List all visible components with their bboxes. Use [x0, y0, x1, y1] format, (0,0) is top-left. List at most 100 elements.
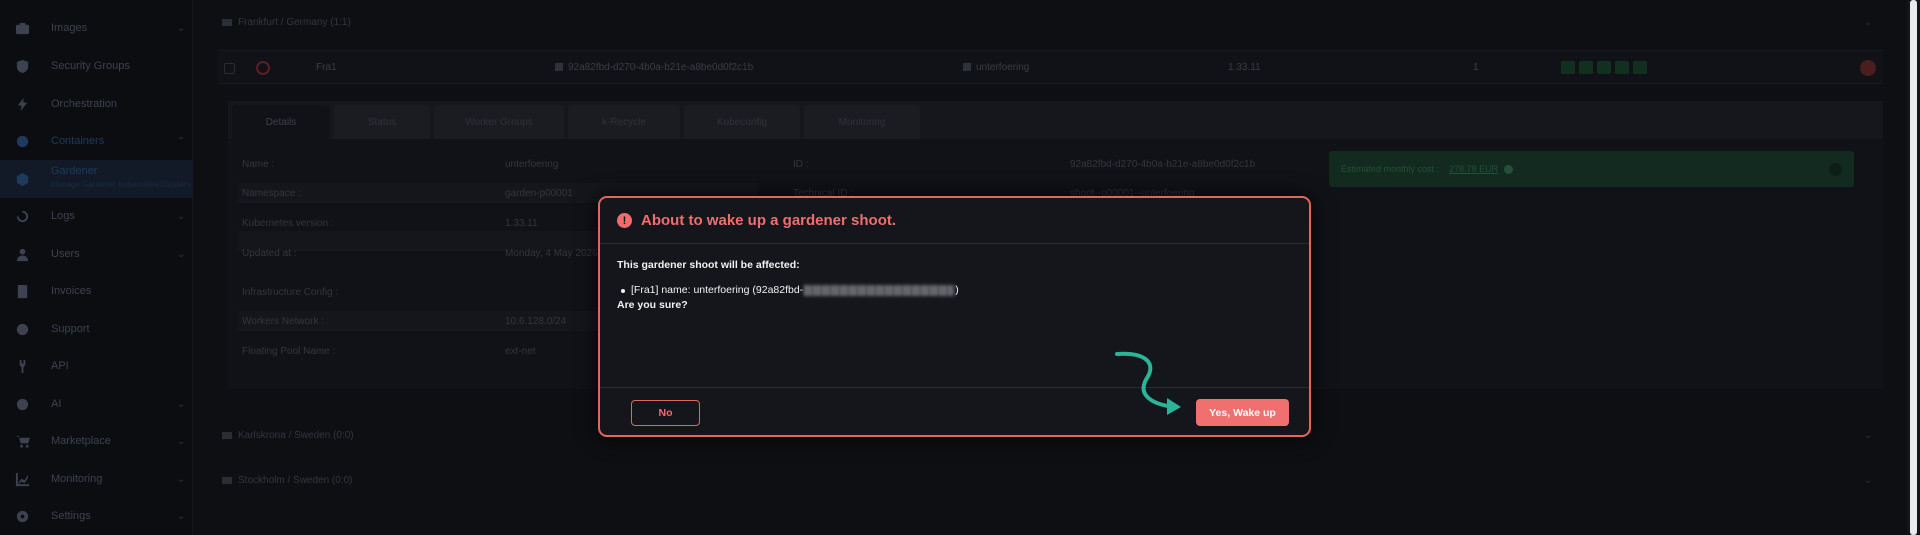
- shoot-actions: [1561, 61, 1647, 74]
- sidebar-item-label: Security Groups: [51, 60, 130, 72]
- confirm-wake-up-dialog: ! About to wake up a gardener shoot. Thi…: [598, 196, 1311, 437]
- cost-label: Estimated monthly cost :: [1341, 164, 1440, 174]
- chevron-down-icon: ⌄: [177, 398, 186, 410]
- action-icon[interactable]: [1633, 61, 1647, 74]
- close-icon[interactable]: [1829, 162, 1842, 176]
- detail-value: unterfoering: [505, 159, 559, 170]
- sidebar-item-images[interactable]: Images ⌄: [0, 12, 193, 44]
- chevron-down-icon: ⌄: [177, 473, 186, 485]
- sidebar-item-label: Gardener: [51, 165, 98, 177]
- detail-label: Infrastructure Config :: [242, 287, 339, 298]
- invoices-icon: [14, 283, 30, 299]
- chevron-down-icon: ⌄: [177, 210, 186, 222]
- region-header-frankfurt[interactable]: Frankfurt / Germany (1:1): [222, 12, 351, 32]
- action-icon[interactable]: [1579, 61, 1593, 74]
- wake-up-button[interactable]: Yes, Wake up: [1196, 399, 1289, 426]
- chevron-down-icon[interactable]: ⌄: [1864, 430, 1872, 441]
- shoot-name: Fra1: [316, 62, 337, 73]
- ai-icon: [14, 396, 30, 412]
- sidebar-item-orchestration[interactable]: Orchestration: [0, 88, 193, 120]
- chart-icon: [14, 471, 30, 487]
- flag-icon: [222, 431, 232, 439]
- chevron-down-icon: ⌄: [177, 22, 186, 34]
- tabs-bar: Details Status Worker Groups k-Recycle K…: [228, 101, 1883, 139]
- detail-label: Updated at :: [242, 248, 297, 259]
- support-icon: [14, 321, 30, 337]
- help-icon[interactable]: [1504, 164, 1514, 174]
- sidebar-item-api[interactable]: API: [0, 350, 193, 382]
- sidebar-item-marketplace[interactable]: Marketplace ⌄: [0, 425, 193, 457]
- detail-label: ID :: [793, 159, 809, 170]
- chevron-down-icon[interactable]: ⌄: [1864, 17, 1872, 28]
- redacted-id: [804, 284, 955, 296]
- sidebar-item-monitoring[interactable]: Monitoring ⌄: [0, 463, 193, 495]
- tab-status[interactable]: Status: [334, 105, 430, 139]
- shoot-row[interactable]: Fra1 92a82fbd-d270-4b0a-b21e-a8be0d0f2c1…: [218, 50, 1883, 84]
- detail-label: Namespace :: [242, 188, 301, 199]
- sidebar-item-support[interactable]: Support: [0, 313, 193, 345]
- delete-icon[interactable]: [1860, 60, 1876, 76]
- estimated-cost-banner: Estimated monthly cost : 278.78 EUR: [1329, 151, 1854, 187]
- sidebar-item-label: API: [51, 360, 69, 372]
- sidebar-item-gardener[interactable]: Gardener Manage Gardener Kubernetes Clus…: [0, 160, 193, 198]
- sidebar-item-label: Invoices: [51, 285, 92, 297]
- sidebar-item-security-groups[interactable]: Security Groups: [0, 50, 193, 82]
- shoot-count: 1: [1473, 62, 1479, 73]
- shoot-id: 92a82fbd-d270-4b0a-b21e-a8be0d0f2c1b: [555, 62, 753, 73]
- detail-value: 10.6.128.0/24: [505, 316, 567, 327]
- shoot-version: 1.33.11: [1228, 62, 1261, 73]
- cart-icon: [14, 433, 30, 449]
- region-header-karlskrona[interactable]: Karlskrona / Sweden (0:0): [222, 425, 354, 445]
- tab-kubeconfig[interactable]: Kubeconfig: [684, 105, 800, 139]
- sidebar-item-users[interactable]: Users ⌄: [0, 238, 193, 270]
- scrollbar-thumb[interactable]: [1910, 0, 1917, 535]
- action-icon[interactable]: [1561, 61, 1575, 74]
- sidebar-item-label: Support: [51, 323, 90, 335]
- sidebar-item-settings[interactable]: Settings ⌄: [0, 500, 193, 532]
- affected-shoot-prefix: [Fra1] name: unterfoering (92a82fbd-: [631, 284, 804, 296]
- sidebar-item-invoices[interactable]: Invoices: [0, 275, 193, 307]
- sidebar-item-containers[interactable]: Containers ⌃: [0, 125, 193, 157]
- sidebar-item-label: Marketplace: [51, 435, 111, 447]
- sidebar: Images ⌄ Security Groups Orchestration C…: [0, 0, 193, 535]
- tab-monitoring[interactable]: Monitoring: [804, 105, 920, 139]
- tab-k-recycle[interactable]: k-Recycle: [568, 105, 680, 139]
- detail-value: Monday, 4 May 2026: [505, 248, 598, 259]
- shoot-project: unterfoering: [963, 62, 1029, 73]
- sidebar-item-logs[interactable]: Logs ⌄: [0, 200, 193, 232]
- sidebar-item-label: Images: [51, 22, 88, 34]
- chevron-down-icon: ⌄: [177, 510, 186, 522]
- tab-details[interactable]: Details: [232, 105, 330, 139]
- region-header-stockholm[interactable]: Stockholm / Sweden (0:0): [222, 470, 353, 490]
- gear-icon: [14, 508, 30, 524]
- list-item: [Fra1] name: unterfoering (92a82fbd- ): [621, 284, 1287, 296]
- detail-value: 1.33.11: [505, 218, 538, 229]
- dialog-title: About to wake up a gardener shoot.: [641, 212, 897, 229]
- logs-icon: [14, 208, 30, 224]
- chevron-down-icon: ⌄: [177, 248, 186, 260]
- warning-icon: !: [617, 213, 632, 228]
- orchestration-icon: [14, 96, 30, 112]
- cost-value[interactable]: 278.78 EUR: [1449, 164, 1498, 174]
- flag-icon: [222, 18, 232, 26]
- dialog-body: This gardener shoot will be affected: [F…: [617, 259, 1287, 311]
- dialog-footer: No Yes, Wake up: [600, 387, 1309, 437]
- affected-shoot-suffix: ): [955, 284, 959, 296]
- app-root: Images ⌄ Security Groups Orchestration C…: [0, 0, 1920, 535]
- action-icon[interactable]: [1597, 61, 1611, 74]
- no-button[interactable]: No: [631, 400, 700, 426]
- sidebar-item-label: Users: [51, 248, 80, 260]
- shield-icon: [14, 58, 30, 74]
- tab-worker-groups[interactable]: Worker Groups: [434, 105, 564, 139]
- chevron-down-icon[interactable]: ⌄: [1864, 475, 1872, 486]
- region-label: Frankfurt / Germany (1:1): [238, 16, 351, 28]
- sidebar-item-label: AI: [51, 398, 62, 410]
- sidebar-item-label: Settings: [51, 510, 91, 522]
- detail-value: 92a82fbd-d270-4b0a-b21e-a8be0d0f2c1b: [1070, 159, 1256, 170]
- row-checkbox[interactable]: [224, 63, 235, 74]
- detail-label: Kubernetes version :: [242, 218, 334, 229]
- images-icon: [14, 20, 30, 36]
- detail-label: Workers Network :: [242, 316, 325, 327]
- sidebar-item-ai[interactable]: AI ⌄: [0, 388, 193, 420]
- action-icon[interactable]: [1615, 61, 1629, 74]
